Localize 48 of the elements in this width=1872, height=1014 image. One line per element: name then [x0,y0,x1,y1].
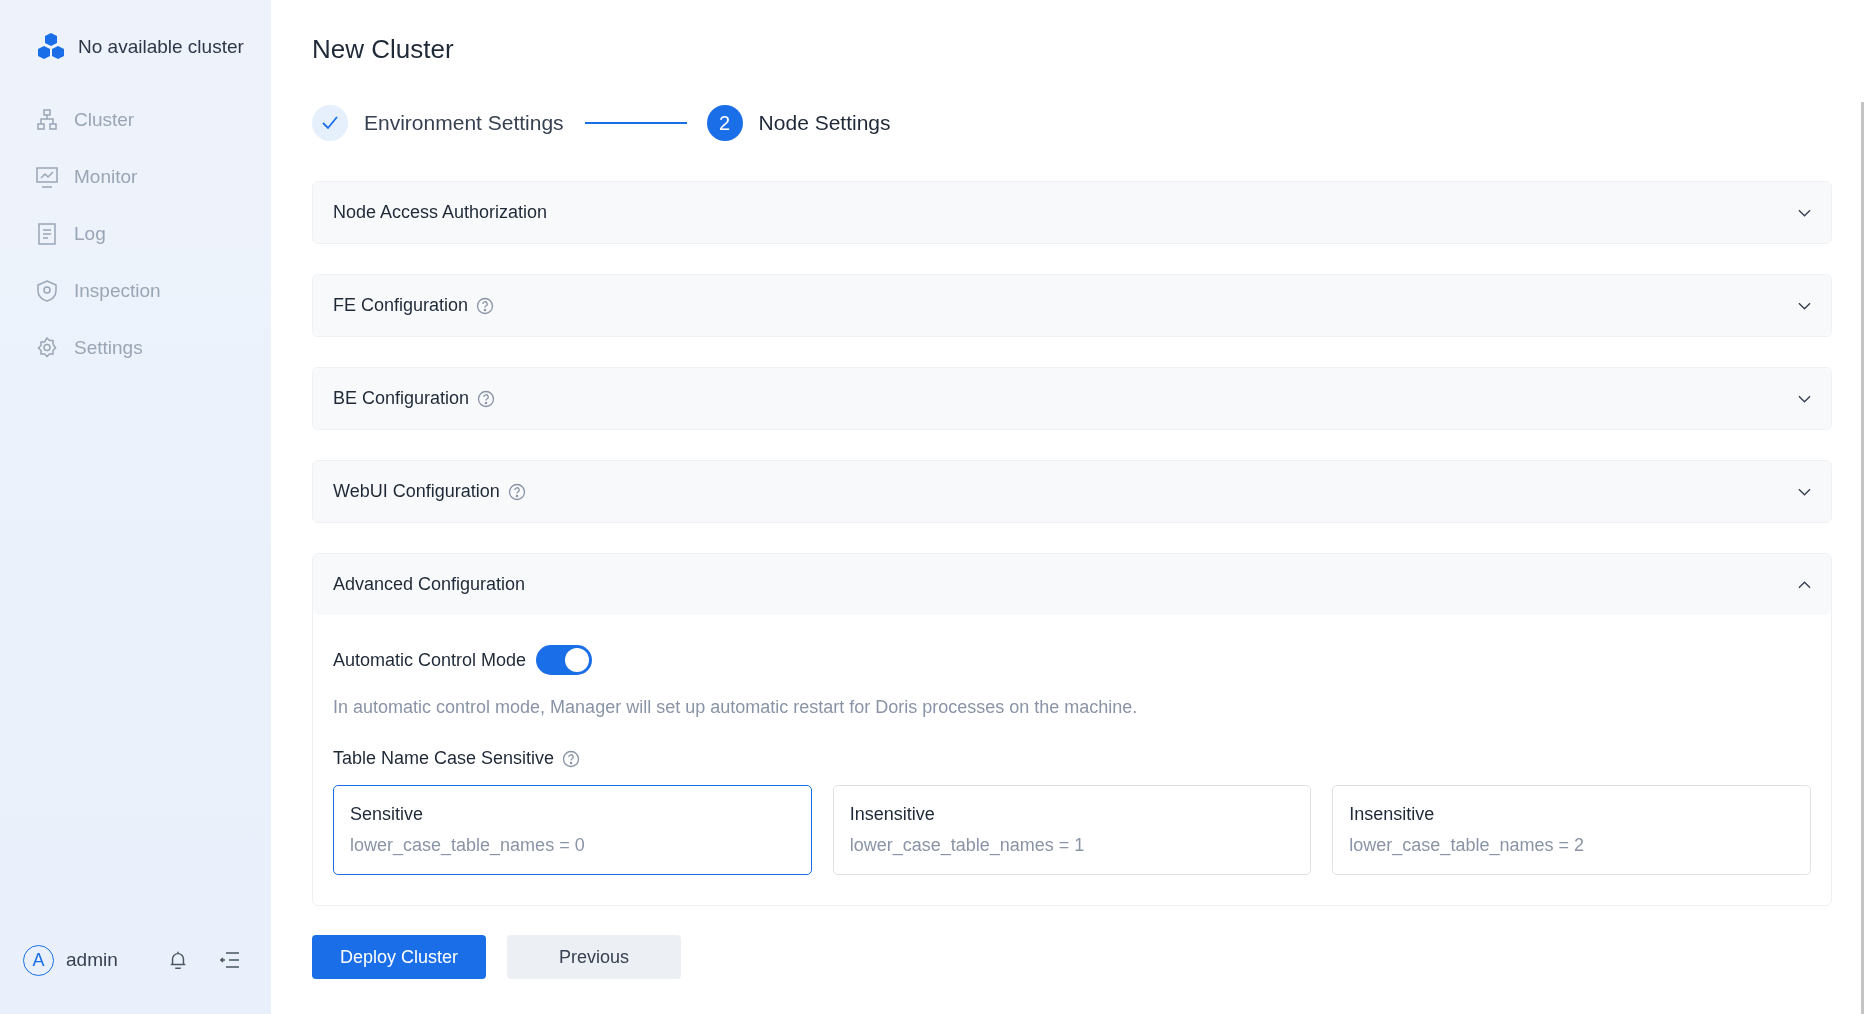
step-label: Environment Settings [364,111,564,135]
option-title: Insensitive [849,804,936,825]
network-icon [36,108,58,131]
step-number: 2 [706,105,743,141]
panel-header[interactable]: Node Access Authorization [313,182,1831,243]
deploy-button[interactable]: Deploy Cluster [312,935,486,979]
help-icon[interactable] [562,749,581,768]
panel-title: Advanced Configuration [333,574,526,595]
toggle-switch[interactable] [536,645,593,675]
option-value: lower_case_table_names = 1 [849,835,1086,856]
toggle-label: Automatic Control Mode [333,649,527,671]
panel-title: Node Access Authorization [333,202,548,223]
help-icon[interactable] [477,389,496,408]
step-label: Node Settings [758,111,891,135]
cluster-name: No available cluster [78,36,244,58]
previous-button[interactable]: Previous [507,935,681,979]
shield-icon [36,279,58,302]
scrollbar[interactable] [1861,102,1864,1014]
panel-title: WebUI Configuration [333,481,500,502]
monitor-chart-icon [36,165,58,188]
help-icon[interactable] [476,296,495,315]
panel-header[interactable]: Advanced Configuration [313,554,1831,615]
option-card[interactable]: Insensitive lower_case_table_names = 1 [832,785,1312,875]
user-name: admin [66,949,118,971]
option-title: Sensitive [350,804,425,825]
option-title: Insensitive [1349,804,1436,825]
help-icon[interactable] [507,482,526,501]
chevron-up-icon [1798,580,1811,589]
panel-header[interactable]: FE Configuration [313,275,1831,336]
hint-text: In automatic control mode, Manager will set up automatic restart for Doris processes on the machine. [333,697,1139,718]
collapse-menu-icon[interactable] [219,950,240,970]
option-value: lower_case_table_names = 0 [350,835,586,856]
panel-title: BE Configuration [333,388,470,409]
document-icon [36,222,58,245]
option-value: lower_case_table_names = 2 [1349,835,1585,856]
panel-header[interactable]: WebUI Configuration [313,461,1831,522]
page-title: New Cluster [312,34,455,65]
chevron-down-icon [1798,487,1811,496]
option-card[interactable]: Sensitive lower_case_table_names = 0 [333,785,812,875]
cubes-logo-icon [36,33,66,61]
chevron-down-icon [1798,208,1811,217]
chevron-down-icon [1798,301,1811,310]
settings-icon [36,336,58,359]
panel-header[interactable]: BE Configuration [313,368,1831,429]
field-label: Table Name Case Sensitive [333,748,555,769]
panel-title: FE Configuration [333,295,469,316]
chevron-down-icon [1798,394,1811,403]
option-card[interactable]: Insensitive lower_case_table_names = 2 [1332,785,1811,875]
